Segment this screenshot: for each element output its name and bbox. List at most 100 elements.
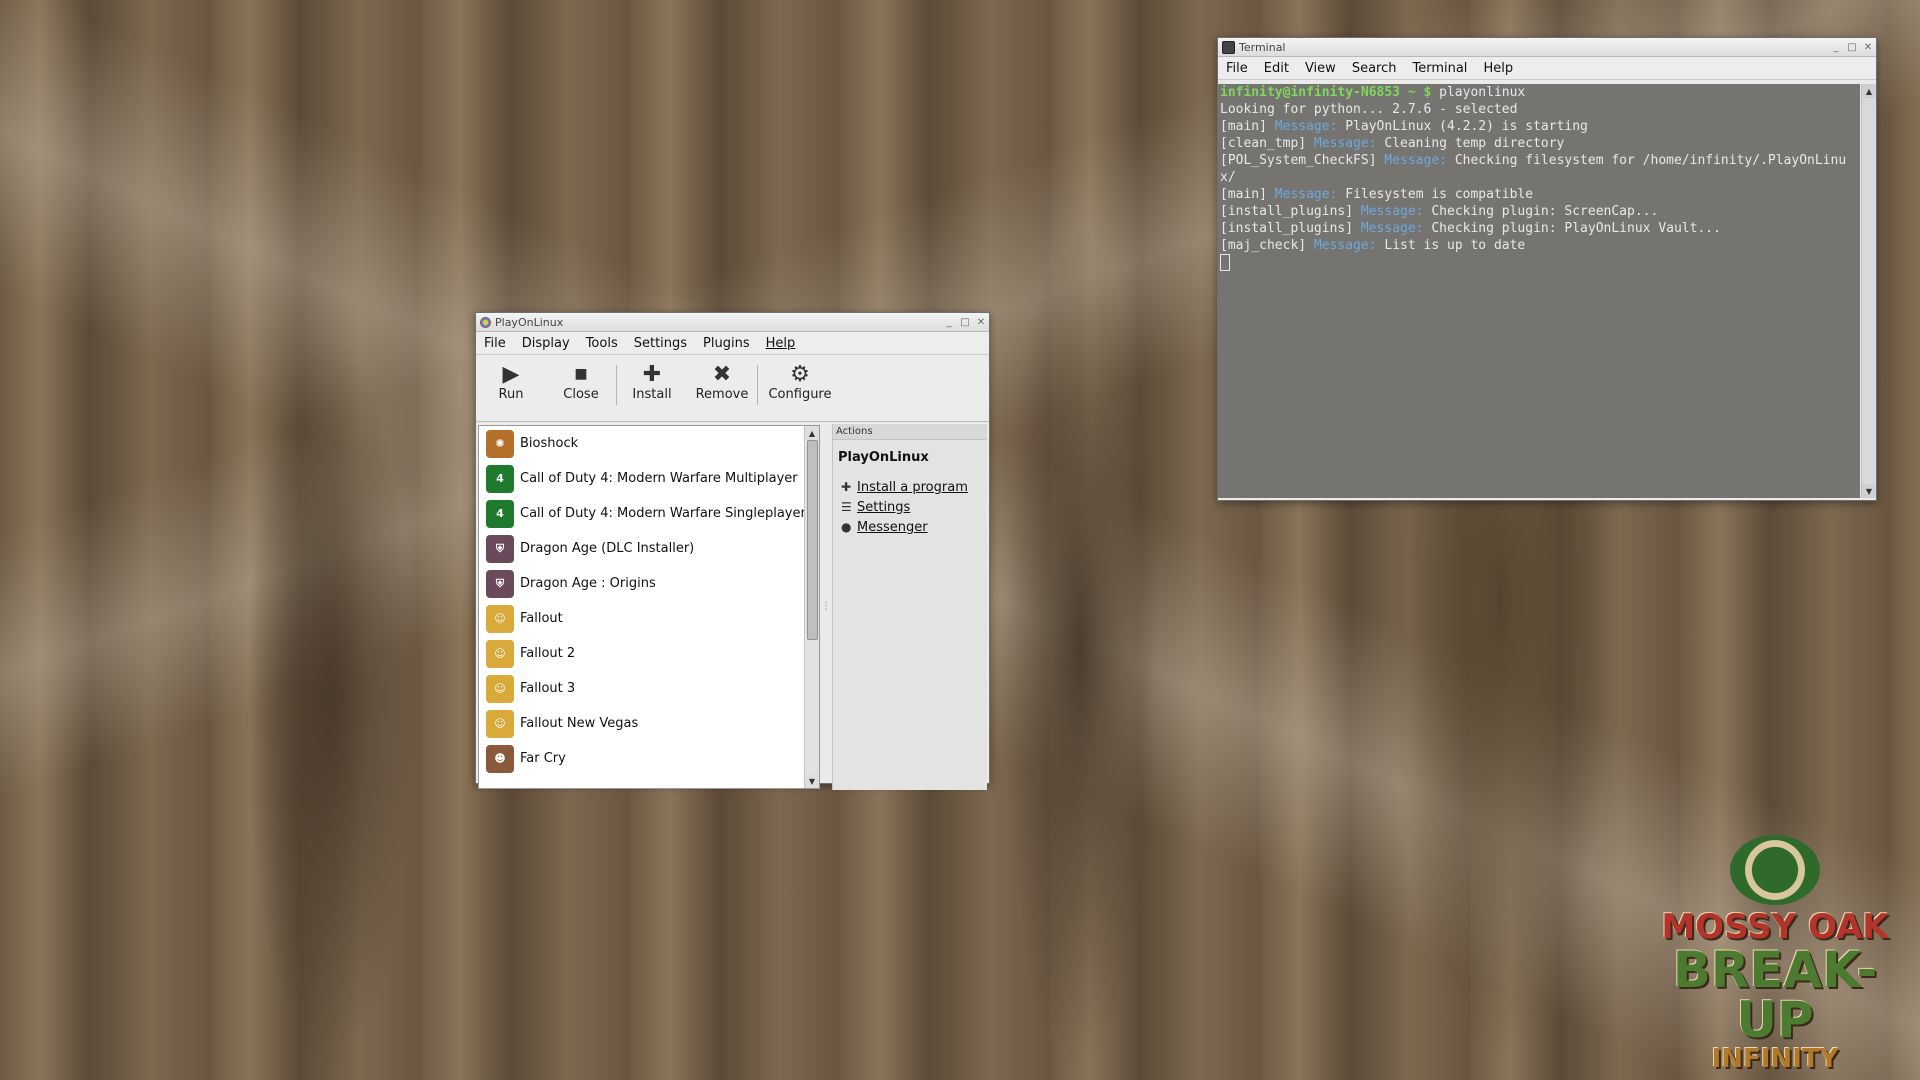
terminal-menu-help[interactable]: Help [1475, 61, 1521, 76]
terminal-line-msg: Message: [1384, 153, 1447, 168]
messenger-label: Messenger [857, 519, 928, 535]
pol-title: PlayOnLinux [495, 315, 564, 329]
game-list-item[interactable]: ☺ Fallout [479, 601, 819, 636]
terminal-line-pre: [install_plugins] [1220, 221, 1361, 236]
install-program-label: Install a program [857, 479, 968, 495]
close-icon[interactable]: ✕ [1861, 40, 1875, 54]
terminal-line: [maj_check] Message: List is up to date [1218, 237, 1860, 254]
terminal-line: [POL_System_CheckFS] Message: Checking f… [1218, 152, 1860, 169]
terminal-line-pre: [clean_tmp] [1220, 136, 1314, 151]
terminal-line: [install_plugins] Message: Checking plug… [1218, 220, 1860, 237]
scroll-thumb[interactable] [807, 440, 818, 640]
settings-label: Settings [857, 499, 911, 515]
list-icon: ☰ [841, 500, 852, 514]
terminal-app-icon [1222, 40, 1235, 54]
terminal-line-msg: Message: [1360, 204, 1424, 219]
pol-menu-settings[interactable]: Settings [626, 336, 695, 351]
plus-icon: ✚ [841, 480, 852, 494]
terminal-output[interactable]: infinity@infinity-N6853 ~ $ playonlinux … [1218, 84, 1860, 498]
run-button[interactable]: ▶ Run [476, 361, 546, 403]
terminal-menu-terminal[interactable]: Terminal [1404, 61, 1475, 76]
game-list[interactable]: ✺ Bioshock 4 Call of Duty 4: Modern Warfare… [478, 425, 820, 789]
install-program-link[interactable]: ✚ Install a program [833, 477, 987, 497]
terminal-line-pre: [maj_check] [1220, 238, 1314, 253]
game-list-item[interactable]: ☻ Far Cry [479, 741, 819, 776]
game-name: Call of Duty 4: Modern Warfare Multiplay… [520, 471, 798, 486]
game-name: Bioshock [520, 436, 579, 451]
pol-titlebar[interactable]: PlayOnLinux _ □ ✕ [476, 313, 989, 332]
game-list-item[interactable]: ☺ Fallout New Vegas [479, 706, 819, 741]
terminal-line-post: Checking plugin: ScreenCap... [1423, 204, 1659, 219]
plus-icon: ✚ [642, 361, 662, 387]
scroll-down-icon[interactable]: ▼ [805, 774, 819, 788]
scroll-down-icon[interactable]: ▼ [1862, 484, 1876, 498]
terminal-line: Looking for python... 2.7.6 - selected [1218, 101, 1860, 118]
game-list-item[interactable]: ⛨ Dragon Age : Origins [479, 566, 819, 601]
maximize-icon[interactable]: □ [1845, 40, 1859, 54]
game-list-item[interactable]: ⛨ Dragon Age (DLC Installer) [479, 531, 819, 566]
logo-line-1: MOSSY OAK [1661, 907, 1889, 947]
game-name: Dragon Age : Origins [520, 576, 656, 591]
terminal-line-pre: [POL_System_CheckFS] [1220, 153, 1385, 168]
pol-menu-help[interactable]: Help [758, 336, 804, 351]
fallout-icon: ☺ [486, 674, 514, 703]
terminal-line-msg: Message: [1313, 136, 1377, 151]
pane-resize-handle[interactable]: ⋮ [820, 422, 832, 790]
pol-menu-plugins[interactable]: Plugins [695, 336, 758, 351]
terminal-titlebar[interactable]: Terminal _ □ ✕ [1218, 38, 1876, 57]
terminal-cursor [1220, 254, 1230, 271]
minimize-icon[interactable]: _ [942, 315, 956, 329]
terminal-menubar: File Edit View Search Terminal Help [1218, 57, 1876, 80]
settings-link[interactable]: ☰ Settings [833, 497, 987, 517]
terminal-menu-file[interactable]: File [1218, 61, 1256, 76]
install-button[interactable]: ✚ Install [617, 361, 687, 403]
actions-panel: Actions PlayOnLinux ✚ Install a program … [832, 424, 987, 790]
game-list-item[interactable]: ☺ Fallout 3 [479, 671, 819, 706]
actions-header: Actions [833, 424, 987, 440]
pol-menu-tools[interactable]: Tools [578, 336, 626, 351]
playonlinux-app-icon [480, 316, 491, 328]
game-list-item[interactable]: ☺ Fallout 2 [479, 636, 819, 671]
terminal-line-msg: Message: [1313, 238, 1377, 253]
terminal-menu-search[interactable]: Search [1344, 61, 1405, 76]
terminal-cursor-line [1218, 254, 1860, 271]
terminal-line: [install_plugins] Message: Checking plug… [1218, 203, 1860, 220]
run-label: Run [498, 387, 524, 402]
close-icon[interactable]: ✕ [974, 315, 988, 329]
terminal-line: [main] Message: PlayOnLinux (4.2.2) is s… [1218, 118, 1860, 135]
remove-label: Remove [695, 387, 749, 402]
cod4-icon: 4 [486, 499, 514, 528]
game-name: Fallout New Vegas [520, 716, 639, 731]
terminal-line-pre: [install_plugins] [1220, 204, 1361, 219]
playonlinux-window: PlayOnLinux _ □ ✕ File Display Tools Set… [475, 312, 990, 790]
terminal-line-pre: [main] [1220, 119, 1275, 134]
terminal-prompt-line: infinity@infinity-N6853 ~ $ playonlinux [1218, 84, 1860, 101]
terminal-menu-view[interactable]: View [1297, 61, 1344, 76]
close-button[interactable]: ■ Close [546, 361, 616, 402]
game-list-item[interactable]: ✺ Bioshock [479, 426, 819, 461]
pol-menu-file[interactable]: File [476, 336, 514, 351]
dragon-age-icon: ⛨ [486, 534, 514, 563]
messenger-link[interactable]: ● Messenger [833, 517, 987, 537]
game-list-scrollbar[interactable]: ▲ ▼ [804, 426, 819, 788]
terminal-line-post: Checking filesystem for /home/infinity/.… [1447, 153, 1847, 168]
game-list-item[interactable]: 4 Call of Duty 4: Modern Warfare Multipla… [479, 461, 819, 496]
configure-label: Configure [768, 387, 832, 402]
terminal-scrollbar[interactable]: ▲ ▼ [1861, 84, 1876, 498]
scroll-up-icon[interactable]: ▲ [805, 426, 819, 440]
chat-bubble-icon: ● [841, 520, 852, 534]
configure-button[interactable]: ⚙ Configure [758, 361, 842, 403]
game-rows: ✺ Bioshock 4 Call of Duty 4: Modern Warfare… [479, 426, 819, 776]
pol-menu-display[interactable]: Display [514, 336, 578, 351]
fallout-icon: ☺ [486, 604, 514, 633]
game-name: Fallout 3 [520, 681, 576, 696]
scroll-up-icon[interactable]: ▲ [1862, 84, 1876, 98]
maximize-icon[interactable]: □ [958, 315, 972, 329]
game-list-item[interactable]: 4 Call of Duty 4: Modern Warfare Singlepl… [479, 496, 819, 531]
terminal-line-msg: Message: [1274, 187, 1338, 202]
terminal-line-msg: Message: [1274, 119, 1338, 134]
bioshock-icon: ✺ [486, 429, 514, 458]
minimize-icon[interactable]: _ [1829, 40, 1843, 54]
terminal-menu-edit[interactable]: Edit [1256, 61, 1297, 76]
remove-button[interactable]: ✖ Remove [687, 361, 757, 403]
